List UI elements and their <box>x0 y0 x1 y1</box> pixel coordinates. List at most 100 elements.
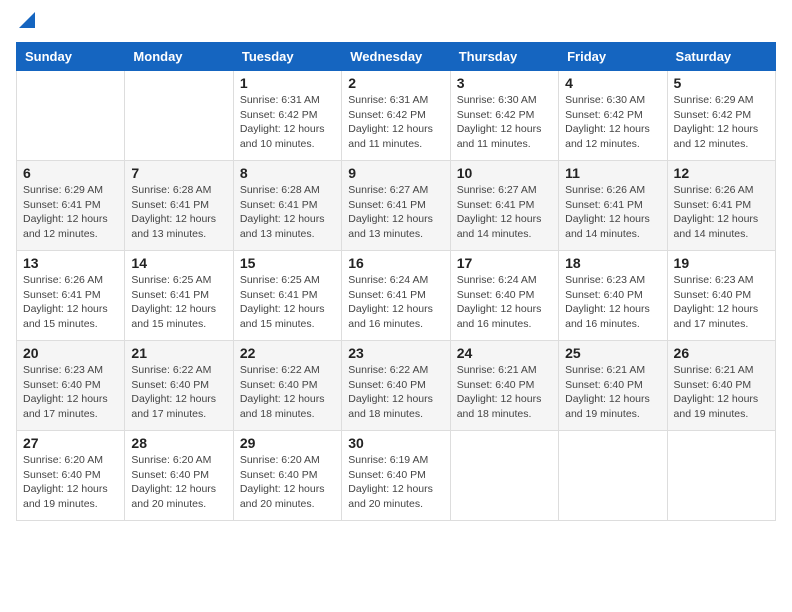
day-number: 9 <box>348 165 443 181</box>
calendar-cell: 22 Sunrise: 6:22 AM Sunset: 6:40 PM Dayli… <box>233 341 341 431</box>
calendar-cell <box>125 71 233 161</box>
day-number: 25 <box>565 345 660 361</box>
day-info: Sunrise: 6:26 AM Sunset: 6:41 PM Dayligh… <box>565 183 660 242</box>
calendar-table: SundayMondayTuesdayWednesdayThursdayFrid… <box>16 42 776 521</box>
day-number: 17 <box>457 255 552 271</box>
day-info: Sunrise: 6:27 AM Sunset: 6:41 PM Dayligh… <box>348 183 443 242</box>
day-number: 7 <box>131 165 226 181</box>
day-number: 29 <box>240 435 335 451</box>
day-number: 19 <box>674 255 769 271</box>
day-info: Sunrise: 6:30 AM Sunset: 6:42 PM Dayligh… <box>457 93 552 152</box>
day-info: Sunrise: 6:26 AM Sunset: 6:41 PM Dayligh… <box>23 273 118 332</box>
day-info: Sunrise: 6:24 AM Sunset: 6:41 PM Dayligh… <box>348 273 443 332</box>
calendar-cell: 15 Sunrise: 6:25 AM Sunset: 6:41 PM Dayli… <box>233 251 341 341</box>
calendar-week-row: 1 Sunrise: 6:31 AM Sunset: 6:42 PM Daylig… <box>17 71 776 161</box>
day-info: Sunrise: 6:23 AM Sunset: 6:40 PM Dayligh… <box>565 273 660 332</box>
day-info: Sunrise: 6:20 AM Sunset: 6:40 PM Dayligh… <box>240 453 335 512</box>
calendar-cell: 14 Sunrise: 6:25 AM Sunset: 6:41 PM Dayli… <box>125 251 233 341</box>
calendar-cell: 23Sunrise: 6:22 AM Sunset: 6:40 PM Dayli… <box>342 341 450 431</box>
calendar-week-row: 6 Sunrise: 6:29 AM Sunset: 6:41 PM Daylig… <box>17 161 776 251</box>
calendar-cell: 30 Sunrise: 6:19 AM Sunset: 6:40 PM Dayli… <box>342 431 450 521</box>
day-number: 3 <box>457 75 552 91</box>
day-number: 12 <box>674 165 769 181</box>
calendar-cell <box>559 431 667 521</box>
day-info: Sunrise: 6:23 AM Sunset: 6:40 PM Dayligh… <box>674 273 769 332</box>
calendar-header-thursday: Thursday <box>450 43 558 71</box>
day-number: 5 <box>674 75 769 91</box>
calendar-header-wednesday: Wednesday <box>342 43 450 71</box>
day-info: Sunrise: 6:23 AM Sunset: 6:40 PM Dayligh… <box>23 363 118 422</box>
day-info: Sunrise: 6:31 AM Sunset: 6:42 PM Dayligh… <box>240 93 335 152</box>
day-number: 4 <box>565 75 660 91</box>
calendar-cell: 28Sunrise: 6:20 AM Sunset: 6:40 PM Dayli… <box>125 431 233 521</box>
day-info: Sunrise: 6:28 AM Sunset: 6:41 PM Dayligh… <box>131 183 226 242</box>
calendar-header-saturday: Saturday <box>667 43 775 71</box>
day-number: 10 <box>457 165 552 181</box>
day-info: Sunrise: 6:19 AM Sunset: 6:40 PM Dayligh… <box>348 453 443 512</box>
day-info: Sunrise: 6:25 AM Sunset: 6:41 PM Dayligh… <box>240 273 335 332</box>
day-info: Sunrise: 6:31 AM Sunset: 6:42 PM Dayligh… <box>348 93 443 152</box>
calendar-cell: 6 Sunrise: 6:29 AM Sunset: 6:41 PM Daylig… <box>17 161 125 251</box>
day-info: Sunrise: 6:22 AM Sunset: 6:40 PM Dayligh… <box>348 363 443 422</box>
calendar-cell: 13Sunrise: 6:26 AM Sunset: 6:41 PM Dayli… <box>17 251 125 341</box>
calendar-cell: 4 Sunrise: 6:30 AM Sunset: 6:42 PM Daylig… <box>559 71 667 161</box>
day-number: 22 <box>240 345 335 361</box>
calendar-header-sunday: Sunday <box>17 43 125 71</box>
calendar-cell: 3 Sunrise: 6:30 AM Sunset: 6:42 PM Daylig… <box>450 71 558 161</box>
calendar-cell: 24 Sunrise: 6:21 AM Sunset: 6:40 PM Dayli… <box>450 341 558 431</box>
calendar-week-row: 20Sunrise: 6:23 AM Sunset: 6:40 PM Dayli… <box>17 341 776 431</box>
calendar-header-monday: Monday <box>125 43 233 71</box>
calendar-cell: 1 Sunrise: 6:31 AM Sunset: 6:42 PM Daylig… <box>233 71 341 161</box>
day-number: 24 <box>457 345 552 361</box>
calendar-cell <box>17 71 125 161</box>
calendar-cell: 12 Sunrise: 6:26 AM Sunset: 6:41 PM Dayli… <box>667 161 775 251</box>
day-info: Sunrise: 6:30 AM Sunset: 6:42 PM Dayligh… <box>565 93 660 152</box>
day-number: 30 <box>348 435 443 451</box>
day-info: Sunrise: 6:28 AM Sunset: 6:41 PM Dayligh… <box>240 183 335 242</box>
calendar-cell: 9 Sunrise: 6:27 AM Sunset: 6:41 PM Daylig… <box>342 161 450 251</box>
day-info: Sunrise: 6:21 AM Sunset: 6:40 PM Dayligh… <box>457 363 552 422</box>
calendar-cell <box>450 431 558 521</box>
calendar-cell: 7 Sunrise: 6:28 AM Sunset: 6:41 PM Daylig… <box>125 161 233 251</box>
day-number: 16 <box>348 255 443 271</box>
day-number: 8 <box>240 165 335 181</box>
day-info: Sunrise: 6:22 AM Sunset: 6:40 PM Dayligh… <box>240 363 335 422</box>
calendar-cell: 21 Sunrise: 6:22 AM Sunset: 6:40 PM Dayli… <box>125 341 233 431</box>
calendar-cell: 8 Sunrise: 6:28 AM Sunset: 6:41 PM Daylig… <box>233 161 341 251</box>
day-info: Sunrise: 6:21 AM Sunset: 6:40 PM Dayligh… <box>565 363 660 422</box>
day-number: 11 <box>565 165 660 181</box>
calendar-cell: 10 Sunrise: 6:27 AM Sunset: 6:41 PM Dayli… <box>450 161 558 251</box>
day-info: Sunrise: 6:20 AM Sunset: 6:40 PM Dayligh… <box>131 453 226 512</box>
day-number: 27 <box>23 435 118 451</box>
calendar-cell: 20Sunrise: 6:23 AM Sunset: 6:40 PM Dayli… <box>17 341 125 431</box>
calendar-week-row: 13Sunrise: 6:26 AM Sunset: 6:41 PM Dayli… <box>17 251 776 341</box>
day-number: 26 <box>674 345 769 361</box>
day-info: Sunrise: 6:24 AM Sunset: 6:40 PM Dayligh… <box>457 273 552 332</box>
calendar-cell: 26 Sunrise: 6:21 AM Sunset: 6:40 PM Dayli… <box>667 341 775 431</box>
day-number: 15 <box>240 255 335 271</box>
calendar-header-friday: Friday <box>559 43 667 71</box>
calendar-cell <box>667 431 775 521</box>
calendar-cell: 5Sunrise: 6:29 AM Sunset: 6:42 PM Daylig… <box>667 71 775 161</box>
calendar-cell: 27Sunrise: 6:20 AM Sunset: 6:40 PM Dayli… <box>17 431 125 521</box>
calendar-cell: 25 Sunrise: 6:21 AM Sunset: 6:40 PM Dayli… <box>559 341 667 431</box>
day-info: Sunrise: 6:22 AM Sunset: 6:40 PM Dayligh… <box>131 363 226 422</box>
day-number: 14 <box>131 255 226 271</box>
calendar-header-row: SundayMondayTuesdayWednesdayThursdayFrid… <box>17 43 776 71</box>
calendar-week-row: 27 Sunrise: 6:20 AM Sunset: 6:40 PM Dayli… <box>17 431 776 521</box>
page-header <box>16 16 776 30</box>
logo <box>16 16 35 30</box>
day-number: 6 <box>23 165 118 181</box>
calendar-cell: 19 Sunrise: 6:23 AM Sunset: 6:40 PM Dayli… <box>667 251 775 341</box>
day-number: 1 <box>240 75 335 91</box>
day-number: 18 <box>565 255 660 271</box>
day-info: Sunrise: 6:27 AM Sunset: 6:41 PM Dayligh… <box>457 183 552 242</box>
day-info: Sunrise: 6:29 AM Sunset: 6:41 PM Dayligh… <box>23 183 118 242</box>
calendar-header-tuesday: Tuesday <box>233 43 341 71</box>
day-info: Sunrise: 6:25 AM Sunset: 6:41 PM Dayligh… <box>131 273 226 332</box>
day-info: Sunrise: 6:21 AM Sunset: 6:40 PM Dayligh… <box>674 363 769 422</box>
logo-icon <box>19 10 35 30</box>
day-number: 21 <box>131 345 226 361</box>
calendar-cell: 2Sunrise: 6:31 AM Sunset: 6:42 PM Daylig… <box>342 71 450 161</box>
day-info: Sunrise: 6:26 AM Sunset: 6:41 PM Dayligh… <box>674 183 769 242</box>
